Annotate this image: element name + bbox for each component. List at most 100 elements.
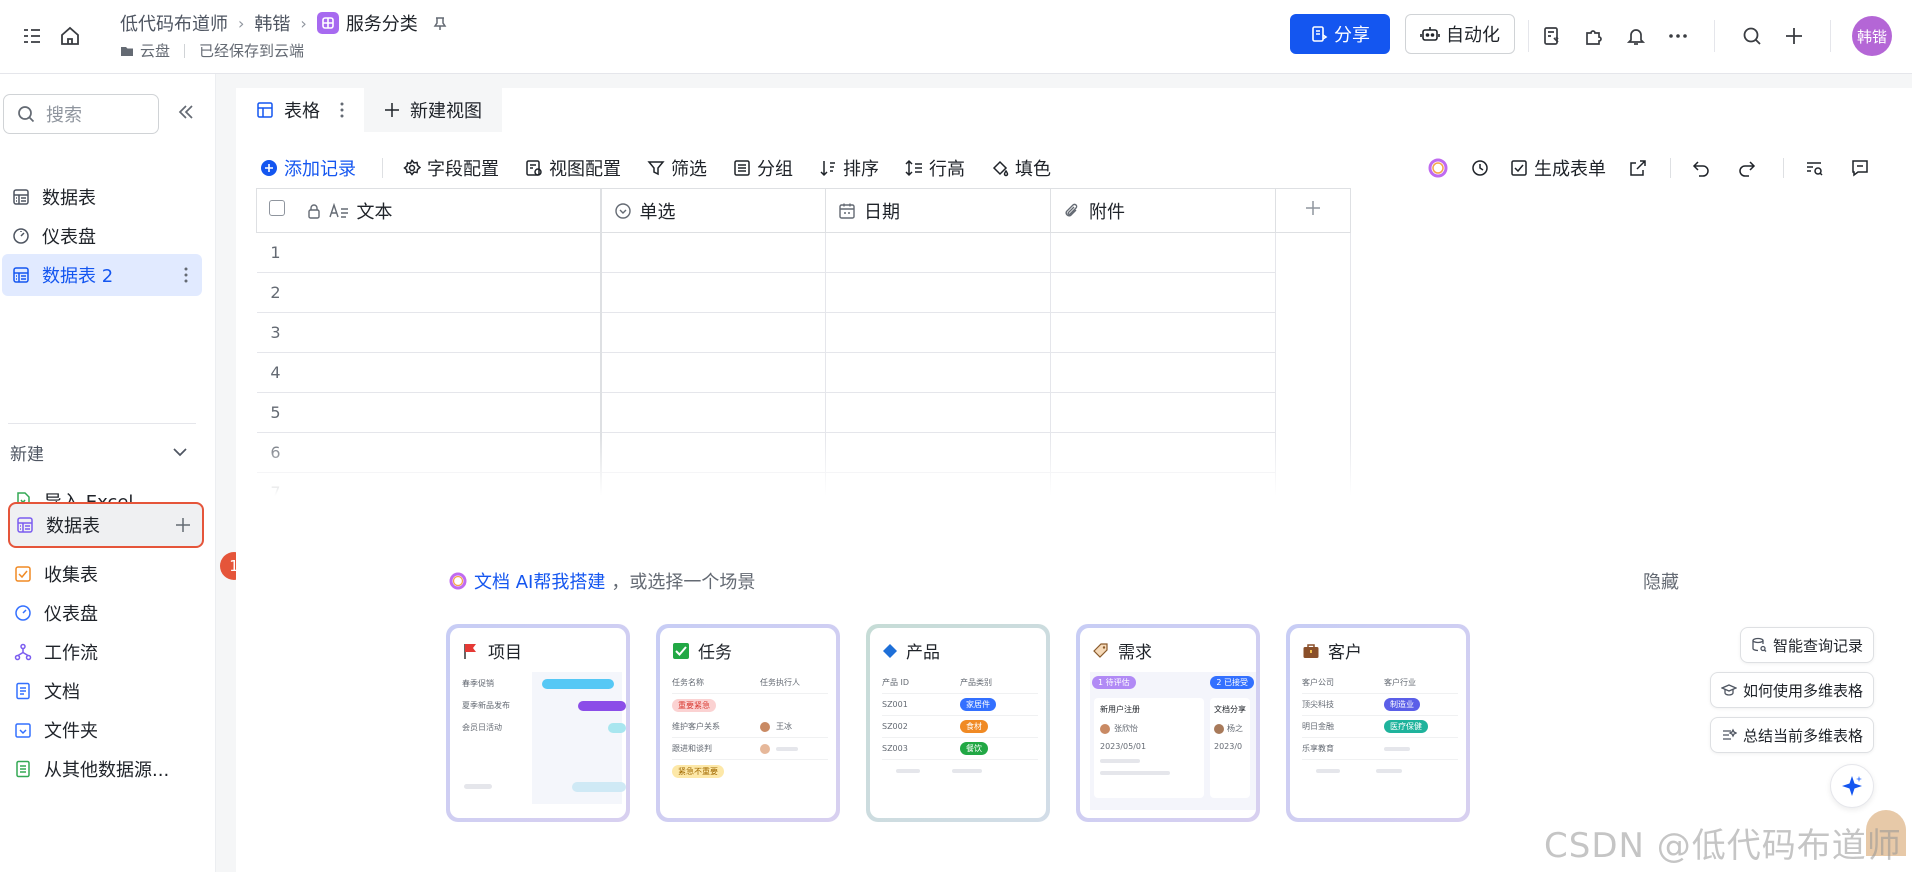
filter-button[interactable]: 筛选: [647, 155, 707, 181]
grid-cell[interactable]: [600, 392, 826, 433]
more-vertical-icon[interactable]: [340, 102, 344, 118]
ai-orb-icon[interactable]: [1428, 158, 1448, 178]
scene-card-customer[interactable]: 客户 客户公司 客户行业 顶尖科技 制造业 明日金融 医疗保健 乐享教育: [1286, 624, 1470, 822]
checkbox-icon[interactable]: [269, 200, 285, 216]
table-row[interactable]: 2: [256, 272, 1351, 313]
plus-icon[interactable]: [1780, 22, 1808, 50]
new-workflow[interactable]: 工作流: [8, 630, 204, 674]
column-header-attachment[interactable]: 附件: [1050, 188, 1276, 233]
tab-label: 表格: [284, 101, 320, 122]
hide-scenes-link[interactable]: 隐藏: [1643, 568, 1679, 594]
find-replace-icon[interactable]: [1804, 158, 1824, 178]
location-text[interactable]: 云盘: [140, 40, 170, 61]
grid-cell[interactable]: [294, 232, 602, 273]
grid-cell[interactable]: [825, 232, 1051, 273]
user-avatar[interactable]: 韩锴: [1852, 16, 1892, 56]
new-view-button[interactable]: 新建视图: [364, 88, 502, 132]
sidebar-item-table-2[interactable]: 数据表 2: [2, 254, 202, 296]
grid-cell[interactable]: [1050, 352, 1276, 393]
sidebar-item-dashboard[interactable]: 仪表盘: [2, 215, 202, 257]
tab-grid-view[interactable]: 表格: [236, 88, 364, 132]
grid-cell[interactable]: [825, 352, 1051, 393]
more-icon[interactable]: [1664, 22, 1692, 50]
grid-cell[interactable]: [1050, 392, 1276, 433]
search-input[interactable]: 搜索: [3, 94, 159, 134]
breadcrumb-current[interactable]: 服务分类: [316, 10, 418, 36]
home-icon[interactable]: [56, 22, 84, 50]
how-to-use-button[interactable]: 如何使用多维表格: [1710, 672, 1875, 708]
template-icon[interactable]: [1538, 22, 1566, 50]
new-dashboard[interactable]: 仪表盘: [8, 591, 204, 635]
pin-icon[interactable]: [432, 15, 448, 31]
grid-cell[interactable]: [294, 392, 602, 433]
column-header-single-select[interactable]: 单选: [600, 188, 826, 233]
grid-cell[interactable]: [825, 272, 1051, 313]
share-button[interactable]: 分享: [1290, 14, 1390, 54]
grid-cell[interactable]: [1050, 272, 1276, 313]
table-icon: [12, 266, 30, 284]
column-header-date[interactable]: 日期: [825, 188, 1051, 233]
breadcrumb-item[interactable]: 韩锴: [254, 10, 290, 36]
ai-build-rest: ，或选择一个场景: [611, 572, 756, 593]
new-section-header[interactable]: 新建: [10, 432, 190, 472]
grid-cell[interactable]: [825, 312, 1051, 353]
summarize-button[interactable]: 总结当前多维表格: [1710, 717, 1875, 753]
table-row[interactable]: 3: [256, 312, 1351, 353]
scene-card-requirement[interactable]: 需求 1 待评估 2 已接受 新用户注册 张欣怡 2023/05/01 文档分享…: [1076, 624, 1260, 822]
new-table[interactable]: 数据表: [8, 502, 204, 548]
fill-color-button[interactable]: 填色: [991, 155, 1051, 181]
add-column-button[interactable]: [1275, 188, 1351, 233]
scene-card-product[interactable]: 产品 产品 ID 产品类别 SZ001 家居件 SZ002 食材 SZ003 餐饮: [866, 624, 1050, 822]
undo-icon[interactable]: [1691, 158, 1711, 178]
group-button[interactable]: 分组: [733, 155, 793, 181]
avatar: [1214, 723, 1224, 734]
more-vertical-icon[interactable]: [184, 267, 188, 283]
grid-cell[interactable]: [294, 352, 602, 393]
add-record-button[interactable]: 添加记录: [260, 155, 356, 181]
bell-icon[interactable]: [1622, 22, 1650, 50]
sort-button[interactable]: 排序: [819, 155, 879, 181]
comment-icon[interactable]: [1850, 158, 1870, 178]
scene-card-project[interactable]: 项目 春季促销 夏季新品发布 会员日活动: [446, 624, 630, 822]
row-height-button[interactable]: 行高: [905, 155, 965, 181]
scene-card-task[interactable]: 任务 任务名称 任务执行人 重要紧急 维护客户关系 王冰 跟进和谈判 紧急不重要: [656, 624, 840, 822]
search-icon[interactable]: [1738, 22, 1766, 50]
sidebar-item-table[interactable]: 数据表: [2, 176, 202, 218]
table-row[interactable]: 5: [256, 392, 1351, 433]
grid-cell[interactable]: [1050, 312, 1276, 353]
redo-icon[interactable]: [1737, 158, 1757, 178]
grid-cell[interactable]: [825, 392, 1051, 433]
history-icon[interactable]: [1470, 158, 1490, 178]
grid-cell[interactable]: [600, 272, 826, 313]
breadcrumb-item[interactable]: 低代码布道师: [120, 10, 228, 36]
collapse-sidebar-icon[interactable]: [176, 102, 196, 122]
new-document[interactable]: 文档: [8, 669, 204, 713]
sidebar-item-label: 仪表盘: [42, 227, 96, 248]
list-item: 顶尖科技 制造业: [1302, 694, 1458, 716]
sidebar-toggle-icon[interactable]: [18, 22, 46, 50]
plus-icon[interactable]: [174, 516, 192, 534]
share-out-icon[interactable]: [1628, 158, 1648, 178]
new-form[interactable]: 收集表: [8, 552, 204, 596]
ai-assistant-button[interactable]: [1830, 764, 1874, 808]
field-config-button[interactable]: 字段配置: [403, 155, 499, 181]
automation-button[interactable]: 自动化: [1405, 14, 1515, 54]
grid-cell[interactable]: [600, 312, 826, 353]
plugin-icon[interactable]: [1580, 22, 1608, 50]
grid-cell[interactable]: [294, 272, 602, 313]
select-all-cell[interactable]: [256, 188, 295, 233]
ai-build-link[interactable]: 文档 AI帮我搭建: [474, 568, 605, 594]
list-item: 产品 ID 产品类别: [882, 672, 1038, 694]
grid-cell[interactable]: [600, 352, 826, 393]
column-header-text[interactable]: 文本: [294, 188, 602, 233]
grid-cell[interactable]: [600, 232, 826, 273]
table-row[interactable]: 4: [256, 352, 1351, 393]
new-from-datasource[interactable]: 从其他数据源...: [8, 747, 204, 791]
table-row[interactable]: 1: [256, 232, 1351, 273]
grid-cell[interactable]: [294, 312, 602, 353]
view-config-button[interactable]: 视图配置: [525, 155, 621, 181]
smart-query-button[interactable]: 智能查询记录: [1740, 627, 1875, 663]
new-folder[interactable]: 文件夹: [8, 708, 204, 752]
generate-form-button[interactable]: 生成表单: [1510, 155, 1606, 181]
grid-cell[interactable]: [1050, 232, 1276, 273]
